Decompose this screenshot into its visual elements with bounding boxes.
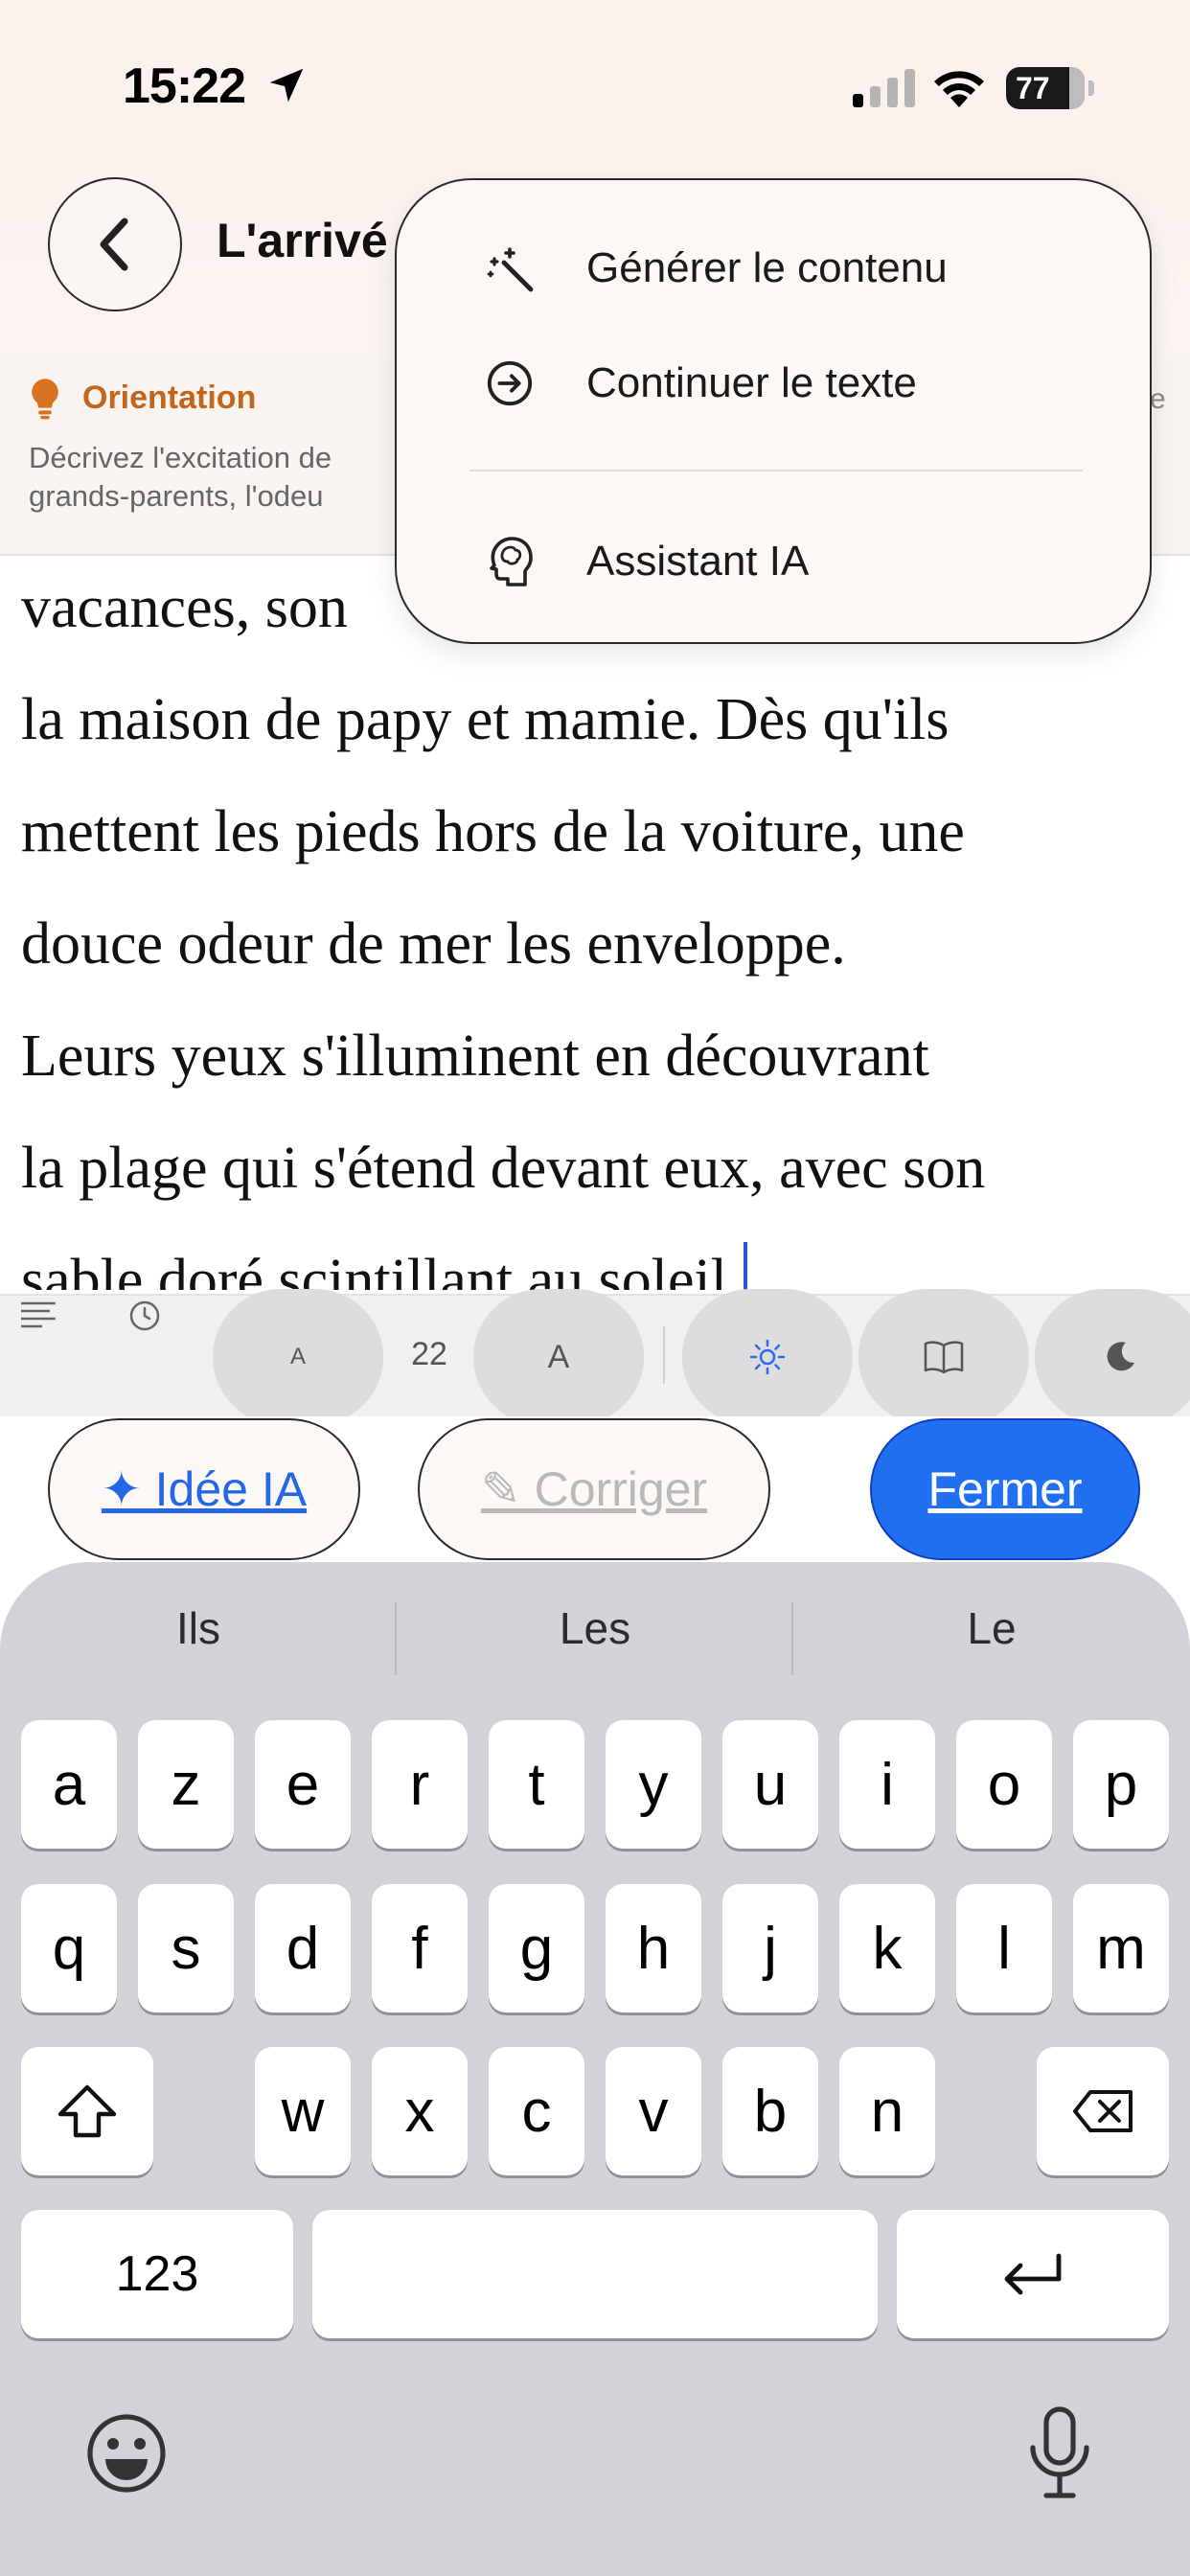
- increase-font-button[interactable]: A: [473, 1289, 644, 1425]
- key-i[interactable]: i: [839, 1720, 935, 1849]
- shift-key[interactable]: [21, 2047, 153, 2175]
- key-u[interactable]: u: [722, 1720, 818, 1849]
- menu-item-label: Générer le contenu: [586, 244, 948, 291]
- key-r[interactable]: r: [372, 1720, 468, 1849]
- reading-mode-button[interactable]: [858, 1289, 1029, 1425]
- sun-icon: [749, 1339, 786, 1375]
- toolbar-separator: [663, 1326, 665, 1384]
- menu-item-ai-assistant[interactable]: Assistant IA: [483, 523, 809, 600]
- text-editor[interactable]: vacances, son la maison de papy et mamie…: [21, 552, 1180, 1290]
- back-button[interactable]: [48, 177, 182, 311]
- backspace-icon: [1073, 2090, 1133, 2132]
- brain-head-icon: [483, 535, 537, 588]
- keyboard: [0, 1562, 1190, 2576]
- space-key[interactable]: [312, 2210, 878, 2338]
- microphone-icon[interactable]: [1025, 2405, 1094, 2501]
- close-button[interactable]: Fermer: [870, 1418, 1140, 1560]
- shift-arrow-icon: [57, 2084, 117, 2138]
- key-m[interactable]: m: [1073, 1884, 1169, 2012]
- key-s[interactable]: s: [138, 1884, 234, 2012]
- editor-line: douce odeur de mer les enveloppe.: [21, 911, 846, 977]
- key-q[interactable]: q: [21, 1884, 117, 2012]
- battery-nub: [1088, 80, 1094, 96]
- light-theme-button[interactable]: [682, 1289, 853, 1425]
- key-a[interactable]: a: [21, 1720, 117, 1849]
- emoji-icon[interactable]: [84, 2411, 169, 2496]
- paragraph-icon[interactable]: [21, 1300, 56, 1328]
- key-l[interactable]: l: [956, 1884, 1052, 2012]
- editor-line: mettent les pieds hors de la voiture, un…: [21, 799, 965, 864]
- return-arrow-icon: [1004, 2253, 1062, 2295]
- key-g[interactable]: g: [489, 1884, 584, 2012]
- header-truncated-text: e: [1150, 383, 1166, 415]
- suggestion-le[interactable]: Le: [793, 1602, 1190, 1654]
- font-size-value: 22: [411, 1336, 447, 1372]
- delete-key[interactable]: [1037, 2047, 1169, 2175]
- orientation-line: grands-parents, l'odeu: [29, 479, 324, 513]
- orientation-label: Orientation: [82, 380, 257, 416]
- editor-last-line: sable doré scintillant au soleil.: [21, 1225, 1180, 1290]
- menu-item-generate-content[interactable]: Générer le contenu: [483, 230, 948, 307]
- suggestion-ils[interactable]: Ils: [0, 1602, 397, 1654]
- editor-line: la maison de papy et mamie. Dès qu'ils: [21, 687, 950, 752]
- ai-idea-button[interactable]: ✦ Idée IA: [48, 1418, 360, 1560]
- book-icon: [924, 1341, 964, 1374]
- editor-line: Leurs yeux s'illuminent en découvrant: [21, 1024, 929, 1089]
- menu-item-continue-text[interactable]: Continuer le texte: [483, 345, 917, 422]
- status-time: 15:22: [123, 58, 246, 114]
- moon-icon: [1107, 1342, 1134, 1371]
- orientation-line: Décrivez l'excitation de: [29, 441, 332, 474]
- suggestion-les[interactable]: Les: [397, 1602, 793, 1654]
- magic-wand-icon: [483, 242, 537, 295]
- page-title: L'arrivé: [217, 214, 388, 267]
- key-c[interactable]: c: [489, 2047, 584, 2175]
- cellular-signal-icon: [853, 69, 915, 107]
- key-p[interactable]: p: [1073, 1720, 1169, 1849]
- menu-item-label: Assistant IA: [586, 538, 810, 585]
- key-f[interactable]: f: [372, 1884, 468, 2012]
- return-key[interactable]: [897, 2210, 1169, 2338]
- correct-button[interactable]: ✎ Corriger: [418, 1418, 770, 1560]
- wifi-icon: [934, 71, 984, 107]
- key-v[interactable]: v: [606, 2047, 701, 2175]
- key-b[interactable]: b: [722, 2047, 818, 2175]
- key-x[interactable]: x: [372, 2047, 468, 2175]
- editor-line-text: sable doré scintillant au soleil.: [21, 1248, 743, 1290]
- decrease-font-button[interactable]: A: [213, 1289, 383, 1425]
- battery-indicator: 77: [1006, 67, 1085, 109]
- key-z[interactable]: z: [138, 1720, 234, 1849]
- menu-divider: [469, 470, 1083, 472]
- orientation-description: Décrivez l'excitation de grands-parents,…: [29, 439, 412, 516]
- key-e[interactable]: e: [255, 1720, 351, 1849]
- chevron-left-icon: [100, 218, 128, 271]
- clock-icon[interactable]: [128, 1300, 161, 1332]
- increase-font-label: A: [547, 1338, 570, 1375]
- key-h[interactable]: h: [606, 1884, 701, 2012]
- numbers-key[interactable]: 123: [21, 2210, 293, 2338]
- key-k[interactable]: k: [839, 1884, 935, 2012]
- key-w[interactable]: w: [255, 2047, 351, 2175]
- key-t[interactable]: t: [489, 1720, 584, 1849]
- decrease-font-label: A: [289, 1344, 306, 1369]
- key-j[interactable]: j: [722, 1884, 818, 2012]
- text-caret: [744, 1242, 748, 1290]
- key-d[interactable]: d: [255, 1884, 351, 2012]
- key-o[interactable]: o: [956, 1720, 1052, 1849]
- location-arrow-icon: [269, 68, 304, 103]
- ai-popup-menu: Générer le contenu Continuer le texte As…: [395, 178, 1152, 644]
- editor-line: la plage qui s'étend devant eux, avec so…: [21, 1136, 986, 1201]
- lightbulb-icon: [32, 379, 58, 420]
- arrow-circle-right-icon: [483, 356, 537, 410]
- key-y[interactable]: y: [606, 1720, 701, 1849]
- menu-item-label: Continuer le texte: [586, 359, 917, 406]
- key-n[interactable]: n: [839, 2047, 935, 2175]
- dark-theme-button[interactable]: [1035, 1289, 1190, 1425]
